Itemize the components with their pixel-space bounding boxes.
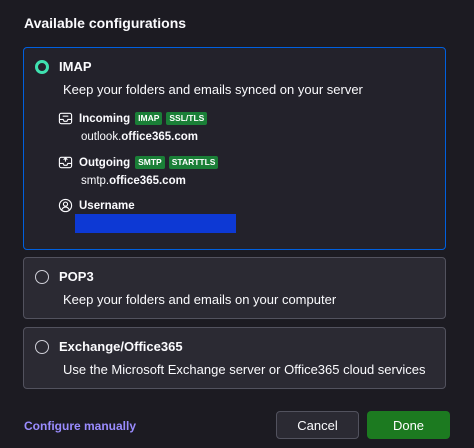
username-value-redacted [75,214,236,233]
user-icon [58,198,73,213]
outgoing-host: smtp.office365.com [81,175,186,187]
exchange-title: Exchange/Office365 [59,339,183,354]
pop3-radio[interactable] [35,270,49,284]
incoming-protocol-tag: IMAP [135,112,163,125]
inbox-icon [58,112,73,125]
done-button[interactable]: Done [367,411,450,439]
pop3-description: Keep your folders and emails on your com… [63,292,337,307]
imap-config-card[interactable]: IMAP Keep your folders and emails synced… [23,47,446,250]
outgoing-protocol-tag: SMTP [135,156,165,169]
incoming-label: Incoming [79,112,131,125]
outgoing-label: Outgoing [79,156,131,169]
incoming-row: Incoming IMAP SSL/TLS [58,111,211,126]
outgoing-row: Outgoing SMTP STARTTLS [58,155,222,170]
incoming-security-tag: SSL/TLS [166,112,208,125]
cancel-button[interactable]: Cancel [276,411,359,439]
imap-title: IMAP [59,59,92,74]
username-row: Username [58,198,140,213]
exchange-description: Use the Microsoft Exchange server or Off… [63,362,426,377]
available-configurations-heading: Available configurations [24,15,187,31]
incoming-host: outlook.office365.com [81,131,198,143]
pop3-config-card[interactable]: POP3 Keep your folders and emails on you… [23,257,446,319]
outbox-icon [58,156,73,169]
outgoing-security-tag: STARTTLS [168,156,219,169]
username-label: Username [79,199,135,212]
exchange-radio[interactable] [35,340,49,354]
imap-radio[interactable] [35,60,49,74]
exchange-config-card[interactable]: Exchange/Office365 Use the Microsoft Exc… [23,327,446,389]
configure-manually-link[interactable]: Configure manually [24,419,136,433]
imap-description: Keep your folders and emails synced on y… [63,82,363,97]
pop3-title: POP3 [59,269,94,284]
